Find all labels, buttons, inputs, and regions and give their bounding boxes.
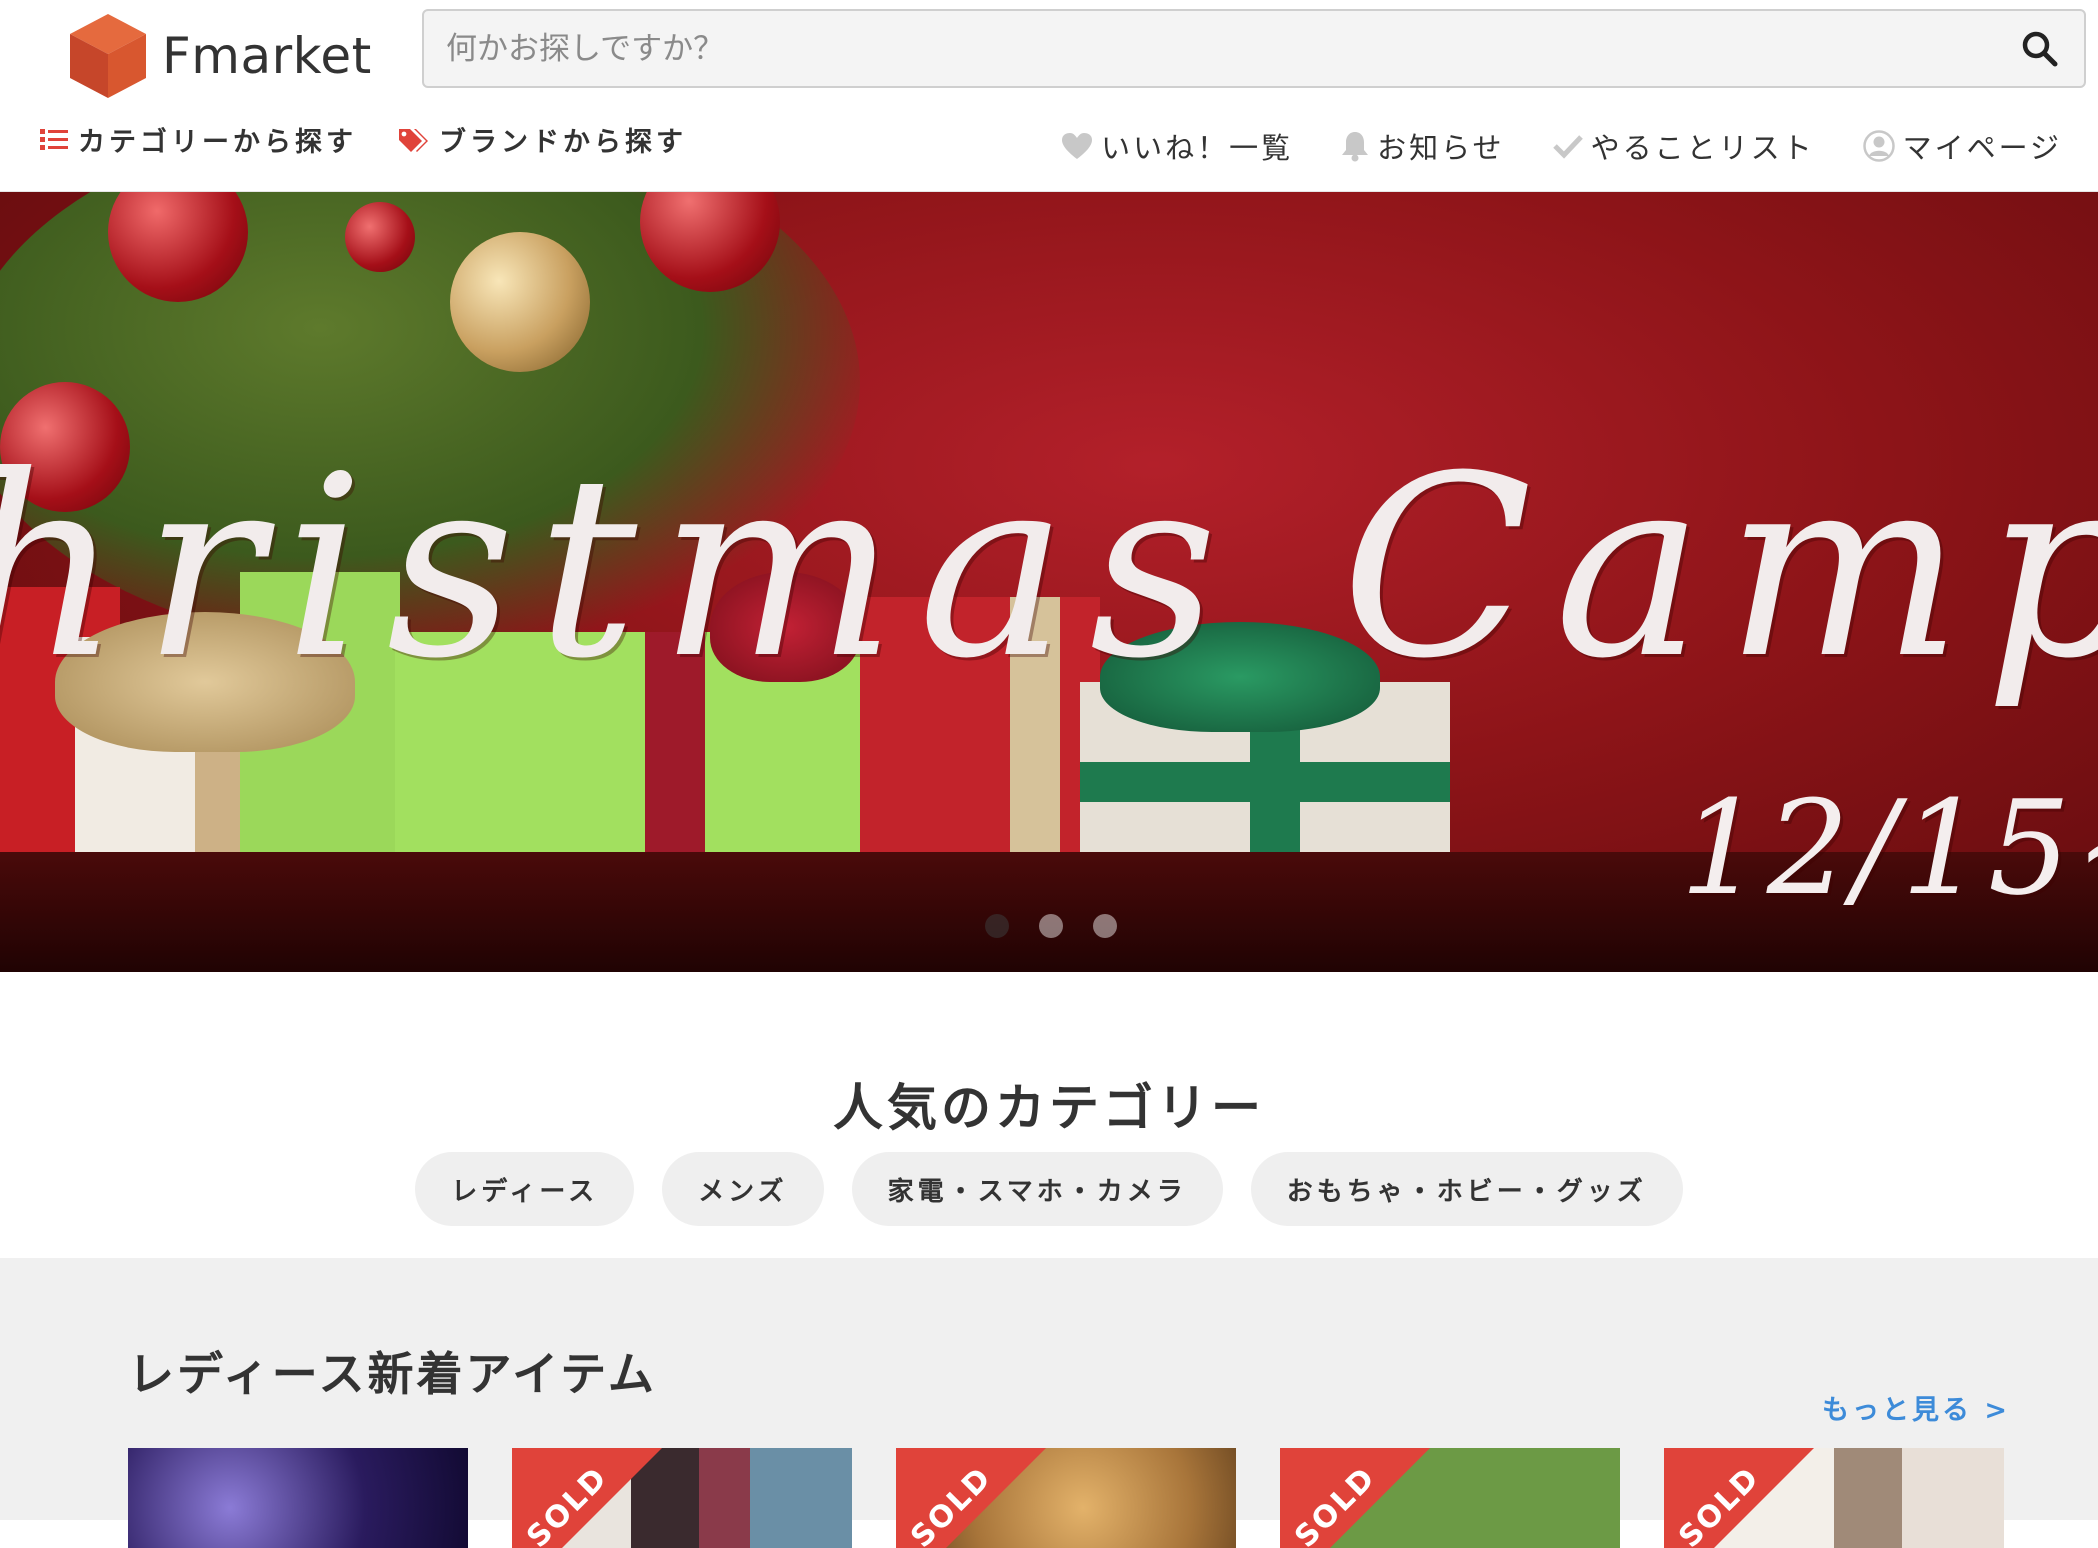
search-input[interactable] bbox=[446, 11, 1986, 86]
bell-icon bbox=[1342, 132, 1369, 162]
subnav-right: いいね！一覧 お知らせ やることリスト マイページ bbox=[1013, 125, 2062, 167]
category-chips: レディース メンズ 家電・スマホ・カメラ おもちゃ・ホビー・グッズ bbox=[0, 1152, 2098, 1226]
ornament-image bbox=[345, 202, 415, 272]
nav-category-link[interactable]: カテゴリーから探す bbox=[40, 120, 357, 159]
chip-ladies[interactable]: レディース bbox=[415, 1152, 635, 1226]
header: Fmarket カテゴリーから探す ブランドから探す bbox=[0, 0, 2098, 192]
subnav-left: カテゴリーから探す ブランドから探す bbox=[40, 120, 727, 159]
search-bar bbox=[422, 9, 2086, 88]
list-icon bbox=[40, 128, 68, 150]
item-card[interactable]: SOLD bbox=[512, 1448, 852, 1548]
see-more-link[interactable]: もっと見る > bbox=[1822, 1388, 2010, 1427]
nav-likes-link[interactable]: いいね！一覧 bbox=[1061, 125, 1293, 167]
logo-box-icon bbox=[70, 14, 146, 98]
user-icon bbox=[1862, 130, 1895, 162]
hero-banner[interactable]: hristmas Campai 12/15~ bbox=[0, 192, 2098, 972]
nav-mypage-label: マイページ bbox=[1902, 131, 2062, 165]
logo[interactable]: Fmarket bbox=[68, 12, 372, 100]
item-card[interactable] bbox=[128, 1448, 468, 1548]
nav-notice-link[interactable]: お知らせ bbox=[1341, 125, 1504, 167]
hero-title: hristmas Campai bbox=[0, 422, 2098, 713]
tag-icon bbox=[399, 128, 428, 152]
carousel-dots bbox=[985, 914, 1147, 938]
new-items-title: レディース新着アイテム bbox=[128, 1347, 657, 1401]
search-icon[interactable] bbox=[2020, 29, 2060, 69]
nav-todo-label: やることリスト bbox=[1590, 131, 1815, 165]
chip-electronics[interactable]: 家電・スマホ・カメラ bbox=[851, 1152, 1223, 1226]
hero-date: 12/15~ bbox=[1680, 772, 2098, 924]
check-icon bbox=[1552, 135, 1583, 159]
carousel-dot[interactable] bbox=[1039, 914, 1063, 938]
new-items-section: レディース新着アイテム もっと見る > SOLD SOLD SOLD SOLD bbox=[0, 1258, 2098, 1548]
logo-text: Fmarket bbox=[162, 27, 372, 85]
nav-todo-link[interactable]: やることリスト bbox=[1552, 125, 1815, 167]
item-card[interactable]: SOLD bbox=[1664, 1448, 2004, 1548]
item-list: SOLD SOLD SOLD SOLD bbox=[128, 1448, 2048, 1548]
nav-brand-link[interactable]: ブランドから探す bbox=[397, 120, 687, 159]
heart-icon bbox=[1062, 133, 1093, 159]
nav-notice-label: お知らせ bbox=[1377, 131, 1505, 165]
chip-mens[interactable]: メンズ bbox=[662, 1152, 824, 1226]
item-image bbox=[128, 1448, 468, 1548]
chip-toys[interactable]: おもちゃ・ホビー・グッズ bbox=[1250, 1152, 1683, 1226]
carousel-dot[interactable] bbox=[985, 914, 1009, 938]
item-card[interactable]: SOLD bbox=[896, 1448, 1236, 1548]
popular-categories-title: 人気のカテゴリー bbox=[833, 1079, 1265, 1137]
nav-category-label: カテゴリーから探す bbox=[78, 127, 357, 158]
carousel-dot[interactable] bbox=[1093, 914, 1117, 938]
nav-likes-label: いいね！一覧 bbox=[1101, 131, 1294, 165]
nav-mypage-link[interactable]: マイページ bbox=[1862, 125, 2062, 167]
ornament-image bbox=[450, 232, 590, 372]
nav-brand-label: ブランドから探す bbox=[439, 127, 687, 158]
item-card[interactable]: SOLD bbox=[1280, 1448, 1620, 1548]
